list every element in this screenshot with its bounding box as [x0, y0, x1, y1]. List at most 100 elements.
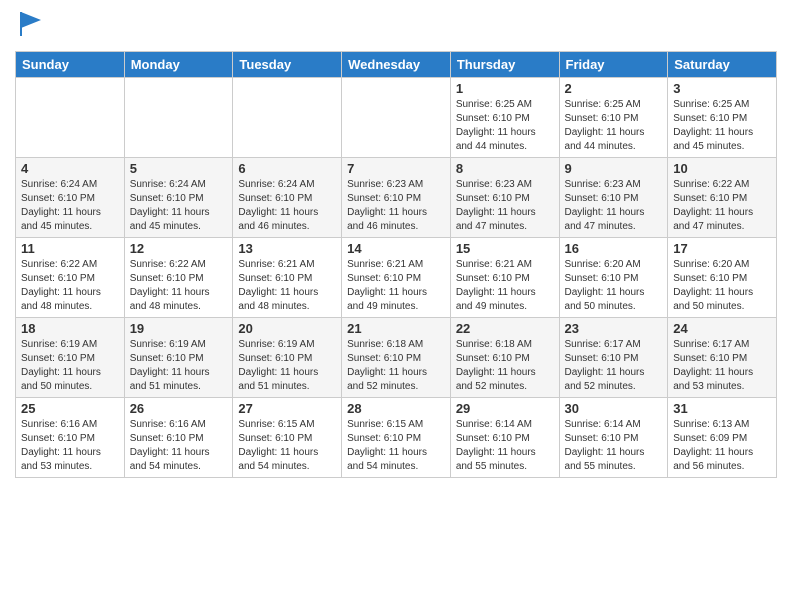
day-number: 21 — [347, 321, 445, 336]
day-number: 26 — [130, 401, 228, 416]
day-header-monday: Monday — [124, 52, 233, 78]
day-number: 14 — [347, 241, 445, 256]
week-row-3: 11Sunrise: 6:22 AM Sunset: 6:10 PM Dayli… — [16, 238, 777, 318]
day-info: Sunrise: 6:17 AM Sunset: 6:10 PM Dayligh… — [673, 338, 771, 394]
day-cell: 27Sunrise: 6:15 AM Sunset: 6:10 PM Dayli… — [233, 398, 342, 478]
day-number: 31 — [673, 401, 771, 416]
day-info: Sunrise: 6:20 AM Sunset: 6:10 PM Dayligh… — [673, 258, 771, 314]
day-info: Sunrise: 6:22 AM Sunset: 6:10 PM Dayligh… — [21, 258, 119, 314]
day-number: 13 — [238, 241, 336, 256]
day-cell: 19 Sunrise: 6:19 AM Sunset: 6:10 PM Dayli… — [124, 318, 233, 398]
day-number: 10 — [673, 161, 771, 176]
day-cell: 13 Sunrise: 6:21 AM Sunset: 6:10 PM Dayli… — [233, 238, 342, 318]
day-info: Sunrise: 6:13 AM Sunset: 6:09 PM Dayligh… — [673, 418, 771, 474]
day-info: Sunrise: 6:21 AM Sunset: 6:10 PM Dayligh… — [238, 258, 336, 314]
day-header-friday: Friday — [559, 52, 668, 78]
day-number: 12 — [130, 241, 228, 256]
day-number: 2 — [565, 81, 663, 96]
day-number: 30 — [565, 401, 663, 416]
day-cell: 2 Sunrise: 6:25 AM Sunset: 6:10 PM Daylig… — [559, 78, 668, 158]
day-cell — [124, 78, 233, 158]
day-info: Sunrise: 6:16 AM Sunset: 6:10 PM Dayligh… — [130, 418, 228, 474]
day-cell: 9 Sunrise: 6:23 AM Sunset: 6:10 PM Daylig… — [559, 158, 668, 238]
day-cell: 24 Sunrise: 6:17 AM Sunset: 6:10 PM Dayli… — [668, 318, 777, 398]
day-info: Sunrise: 6:23 AM Sunset: 6:10 PM Dayligh… — [347, 178, 445, 234]
header — [15, 10, 777, 43]
day-cell: 8 Sunrise: 6:23 AM Sunset: 6:10 PM Daylig… — [450, 158, 559, 238]
day-info: Sunrise: 6:23 AM Sunset: 6:10 PM Dayligh… — [456, 178, 554, 234]
day-cell: 16 Sunrise: 6:20 AM Sunset: 6:10 PM Dayli… — [559, 238, 668, 318]
day-number: 9 — [565, 161, 663, 176]
day-cell: 3 Sunrise: 6:25 AM Sunset: 6:10 PM Daylig… — [668, 78, 777, 158]
day-number: 3 — [673, 81, 771, 96]
day-info: Sunrise: 6:24 AM Sunset: 6:10 PM Dayligh… — [130, 178, 228, 234]
day-info: Sunrise: 6:19 AM Sunset: 6:10 PM Dayligh… — [238, 338, 336, 394]
day-info: Sunrise: 6:19 AM Sunset: 6:10 PM Dayligh… — [21, 338, 119, 394]
day-cell: 21 Sunrise: 6:18 AM Sunset: 6:10 PM Dayli… — [342, 318, 451, 398]
day-number: 7 — [347, 161, 445, 176]
day-info: Sunrise: 6:24 AM Sunset: 6:10 PM Dayligh… — [21, 178, 119, 234]
day-info: Sunrise: 6:25 AM Sunset: 6:10 PM Dayligh… — [673, 98, 771, 154]
day-info: Sunrise: 6:17 AM Sunset: 6:10 PM Dayligh… — [565, 338, 663, 394]
day-cell: 4 Sunrise: 6:24 AM Sunset: 6:10 PM Daylig… — [16, 158, 125, 238]
calendar-table: SundayMondayTuesdayWednesdayThursdayFrid… — [15, 51, 777, 478]
day-number: 6 — [238, 161, 336, 176]
day-cell: 5 Sunrise: 6:24 AM Sunset: 6:10 PM Daylig… — [124, 158, 233, 238]
day-info: Sunrise: 6:25 AM Sunset: 6:10 PM Dayligh… — [565, 98, 663, 154]
day-number: 5 — [130, 161, 228, 176]
week-row-1: 1 Sunrise: 6:25 AM Sunset: 6:10 PM Daylig… — [16, 78, 777, 158]
day-cell: 12 Sunrise: 6:22 AM Sunset: 6:10 PM Dayli… — [124, 238, 233, 318]
day-cell: 29 Sunrise: 6:14 AM Sunset: 6:10 PM Dayli… — [450, 398, 559, 478]
day-header-tuesday: Tuesday — [233, 52, 342, 78]
day-info: Sunrise: 6:20 AM Sunset: 6:10 PM Dayligh… — [565, 258, 663, 314]
day-info: Sunrise: 6:21 AM Sunset: 6:10 PM Dayligh… — [347, 258, 445, 314]
day-number: 25 — [21, 401, 119, 416]
day-cell: 25 Sunrise: 6:16 AM Sunset: 6:10 PM Dayli… — [16, 398, 125, 478]
day-cell: 10 Sunrise: 6:22 AM Sunset: 6:10 PM Dayli… — [668, 158, 777, 238]
day-header-thursday: Thursday — [450, 52, 559, 78]
day-number: 18 — [21, 321, 119, 336]
day-number: 29 — [456, 401, 554, 416]
page: SundayMondayTuesdayWednesdayThursdayFrid… — [0, 0, 792, 612]
day-number: 20 — [238, 321, 336, 336]
day-cell: 30 Sunrise: 6:14 AM Sunset: 6:10 PM Dayli… — [559, 398, 668, 478]
day-cell: 23Sunrise: 6:17 AM Sunset: 6:10 PM Dayli… — [559, 318, 668, 398]
day-cell: 22Sunrise: 6:18 AM Sunset: 6:10 PM Dayli… — [450, 318, 559, 398]
day-number: 17 — [673, 241, 771, 256]
day-info: Sunrise: 6:23 AM Sunset: 6:10 PM Dayligh… — [565, 178, 663, 234]
week-row-2: 4 Sunrise: 6:24 AM Sunset: 6:10 PM Daylig… — [16, 158, 777, 238]
day-cell: 15Sunrise: 6:21 AM Sunset: 6:10 PM Dayli… — [450, 238, 559, 318]
week-row-4: 18 Sunrise: 6:19 AM Sunset: 6:10 PM Dayli… — [16, 318, 777, 398]
day-number: 1 — [456, 81, 554, 96]
day-cell: 7 Sunrise: 6:23 AM Sunset: 6:10 PM Daylig… — [342, 158, 451, 238]
day-info: Sunrise: 6:14 AM Sunset: 6:10 PM Dayligh… — [456, 418, 554, 474]
day-header-sunday: Sunday — [16, 52, 125, 78]
day-info: Sunrise: 6:19 AM Sunset: 6:10 PM Dayligh… — [130, 338, 228, 394]
day-number: 8 — [456, 161, 554, 176]
day-info: Sunrise: 6:18 AM Sunset: 6:10 PM Dayligh… — [456, 338, 554, 394]
day-cell — [342, 78, 451, 158]
day-number: 4 — [21, 161, 119, 176]
header-row: SundayMondayTuesdayWednesdayThursdayFrid… — [16, 52, 777, 78]
day-info: Sunrise: 6:14 AM Sunset: 6:10 PM Dayligh… — [565, 418, 663, 474]
day-number: 24 — [673, 321, 771, 336]
logo-icon — [17, 10, 45, 38]
day-info: Sunrise: 6:16 AM Sunset: 6:10 PM Dayligh… — [21, 418, 119, 474]
day-info: Sunrise: 6:22 AM Sunset: 6:10 PM Dayligh… — [673, 178, 771, 234]
day-info: Sunrise: 6:18 AM Sunset: 6:10 PM Dayligh… — [347, 338, 445, 394]
day-cell — [233, 78, 342, 158]
day-number: 16 — [565, 241, 663, 256]
day-info: Sunrise: 6:22 AM Sunset: 6:10 PM Dayligh… — [130, 258, 228, 314]
week-row-5: 25 Sunrise: 6:16 AM Sunset: 6:10 PM Dayli… — [16, 398, 777, 478]
day-info: Sunrise: 6:24 AM Sunset: 6:10 PM Dayligh… — [238, 178, 336, 234]
day-number: 19 — [130, 321, 228, 336]
day-info: Sunrise: 6:21 AM Sunset: 6:10 PM Dayligh… — [456, 258, 554, 314]
day-cell: 26 Sunrise: 6:16 AM Sunset: 6:10 PM Dayli… — [124, 398, 233, 478]
day-cell: 17 Sunrise: 6:20 AM Sunset: 6:10 PM Dayli… — [668, 238, 777, 318]
day-cell: 6 Sunrise: 6:24 AM Sunset: 6:10 PM Daylig… — [233, 158, 342, 238]
day-header-wednesday: Wednesday — [342, 52, 451, 78]
day-cell: 1Sunrise: 6:25 AM Sunset: 6:10 PM Daylig… — [450, 78, 559, 158]
day-cell: 18 Sunrise: 6:19 AM Sunset: 6:10 PM Dayli… — [16, 318, 125, 398]
day-cell: 11Sunrise: 6:22 AM Sunset: 6:10 PM Dayli… — [16, 238, 125, 318]
logo — [15, 10, 45, 43]
